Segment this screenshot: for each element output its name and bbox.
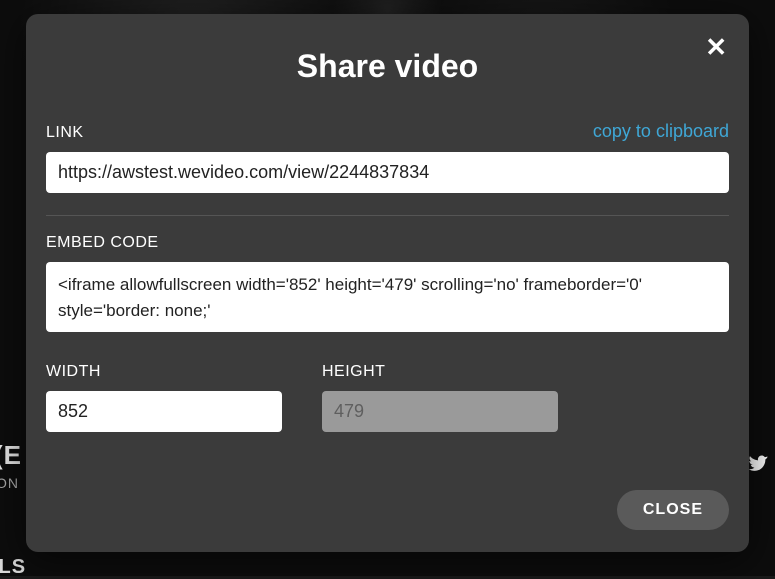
share-video-modal: ✕ Share video LINK copy to clipboard EMB…	[26, 14, 749, 552]
share-link-input[interactable]	[46, 152, 729, 193]
background-clipped-text-1: (E	[0, 440, 22, 471]
embed-code-textarea[interactable]	[46, 262, 729, 332]
divider	[46, 215, 729, 216]
width-input[interactable]	[46, 391, 282, 432]
copy-to-clipboard-link[interactable]: copy to clipboard	[593, 121, 729, 142]
height-input	[322, 391, 558, 432]
width-label: WIDTH	[46, 363, 282, 381]
close-button[interactable]: CLOSE	[617, 490, 729, 530]
link-label: LINK	[46, 124, 84, 142]
background-clipped-text-2: ON	[0, 475, 19, 491]
share-social-icon[interactable]	[749, 452, 769, 478]
modal-title: Share video	[46, 48, 729, 85]
embed-code-label: EMBED CODE	[46, 234, 159, 252]
height-label: HEIGHT	[322, 363, 558, 381]
close-icon[interactable]: ✕	[705, 34, 727, 60]
